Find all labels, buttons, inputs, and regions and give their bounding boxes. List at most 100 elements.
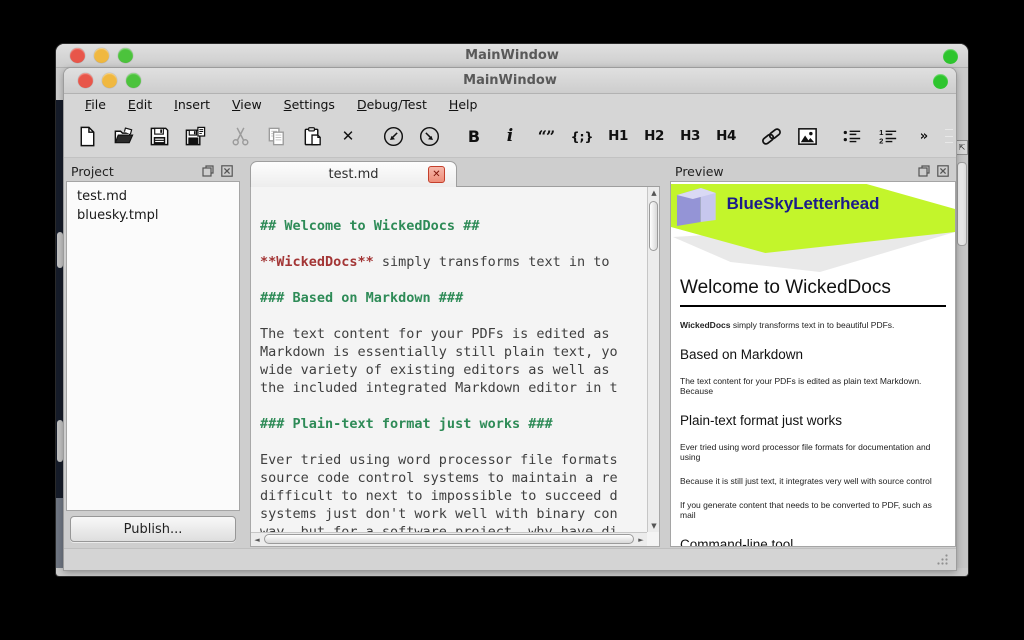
overflow-button[interactable]: » xyxy=(909,121,939,151)
preview-h2: Command-line tool xyxy=(680,537,946,547)
redo-icon xyxy=(418,125,441,148)
letterhead-text: BlueSkyLetterhead xyxy=(727,194,880,213)
markdown-editor[interactable]: ## Welcome to WickedDocs ## **WickedDocs… xyxy=(250,187,660,547)
menu-help[interactable]: Help xyxy=(438,95,489,114)
bold-button[interactable]: B xyxy=(459,121,489,151)
float-panel-button[interactable] xyxy=(916,164,932,179)
window-status-dot[interactable] xyxy=(933,74,948,89)
editor-line: Markdown is essentially still plain text… xyxy=(260,343,647,361)
toolbar: ✕ Bi“”{;}H1H2H3H4 12 » xyxy=(64,115,956,158)
menu-edit[interactable]: Edit xyxy=(117,95,163,114)
menu-settings[interactable]: Settings xyxy=(273,95,346,114)
project-file[interactable]: test.md xyxy=(67,187,239,206)
publish-row: Publish... xyxy=(66,511,240,547)
window-status-dot[interactable] xyxy=(943,49,958,64)
image-icon xyxy=(796,125,819,148)
close-panel-button[interactable] xyxy=(935,164,951,179)
preview-panel-title: Preview xyxy=(675,164,913,179)
menu-view[interactable]: View xyxy=(221,95,273,114)
copy-button[interactable] xyxy=(261,121,291,151)
outer-scroll-fragment xyxy=(57,232,63,268)
toolbar-extension-button[interactable]: ⇱ xyxy=(956,140,968,155)
preview-h1: Welcome to WickedDocs xyxy=(680,277,946,307)
menu-insert[interactable]: Insert xyxy=(163,95,221,114)
resize-grip-icon[interactable] xyxy=(936,553,949,566)
preview-p: Because it is still just text, it integr… xyxy=(680,476,946,486)
float-icon xyxy=(202,165,214,177)
menu-file[interactable]: File xyxy=(74,95,117,114)
link-button[interactable] xyxy=(756,121,786,151)
paste-icon xyxy=(301,125,324,148)
open-icon xyxy=(112,125,135,148)
numbered-list-icon: 12 xyxy=(877,125,900,148)
screen: MainWindow ⇱ MainWindow FileEditInse xyxy=(0,0,1024,640)
float-icon xyxy=(918,165,930,177)
undo-button[interactable] xyxy=(378,121,408,151)
outer-scroll-fragment xyxy=(57,420,63,462)
scrollbar-thumb[interactable] xyxy=(649,201,658,251)
preview-p: If you generate content that needs to be… xyxy=(680,500,946,520)
editor-line: The text content for your PDFs is edited… xyxy=(260,325,647,343)
delete-button[interactable]: ✕ xyxy=(333,121,363,151)
open-button[interactable] xyxy=(108,121,138,151)
scroll-right-arrow-icon[interactable]: ► xyxy=(635,534,647,546)
tab-test-md[interactable]: test.md ✕ xyxy=(250,161,457,187)
editor-vertical-scrollbar[interactable]: ▲ ▼ xyxy=(647,187,659,532)
preview-h2: Plain-text format just works xyxy=(680,413,946,428)
outer-left-strip xyxy=(56,100,64,568)
editor-horizontal-scrollbar[interactable]: ◄ ► xyxy=(251,532,647,546)
paste-button[interactable] xyxy=(297,121,327,151)
scroll-down-arrow-icon[interactable]: ▼ xyxy=(648,520,660,532)
preview-h2: Based on Markdown xyxy=(680,347,946,362)
close-panel-button[interactable] xyxy=(219,164,235,179)
code-button[interactable]: {;} xyxy=(567,121,597,151)
bullet-list-button[interactable] xyxy=(837,121,867,151)
editor-tab-bar: test.md ✕ xyxy=(250,161,660,187)
outer-right-strip: ⇱ xyxy=(956,100,968,568)
dock-area: Project test.mdbluesky.tmpl Publish... xyxy=(64,158,956,548)
editor-line xyxy=(260,307,647,325)
float-panel-button[interactable] xyxy=(200,164,216,179)
link-icon xyxy=(760,125,783,148)
save-button[interactable] xyxy=(144,121,174,151)
image-button[interactable] xyxy=(792,121,822,151)
window-title: MainWindow xyxy=(64,73,956,88)
editor-line: ### Based on Markdown ### xyxy=(260,289,647,307)
redo-button[interactable] xyxy=(414,121,444,151)
titlebar[interactable]: MainWindow xyxy=(64,68,956,94)
copy-icon xyxy=(265,125,288,148)
new-file-button[interactable] xyxy=(72,121,102,151)
outer-window: MainWindow ⇱ MainWindow FileEditInse xyxy=(56,44,968,576)
blockquote-button[interactable]: “” xyxy=(531,121,561,151)
cut-button[interactable] xyxy=(225,121,255,151)
close-tab-button[interactable]: ✕ xyxy=(428,166,445,183)
close-icon xyxy=(221,165,233,177)
project-panel: Project test.mdbluesky.tmpl Publish... xyxy=(66,161,240,547)
close-icon xyxy=(937,165,949,177)
outer-scrollbar-thumb[interactable] xyxy=(957,162,967,246)
cut-icon xyxy=(229,125,252,148)
heading2-button[interactable]: H2 xyxy=(639,121,669,151)
heading1-button[interactable]: H1 xyxy=(603,121,633,151)
numbered-list-button[interactable]: 12 xyxy=(873,121,903,151)
project-file-list[interactable]: test.mdbluesky.tmpl xyxy=(66,181,240,511)
editor-text[interactable]: ## Welcome to WickedDocs ## **WickedDocs… xyxy=(251,187,647,532)
editor-line: difficult to next to impossible to succe… xyxy=(260,487,647,505)
editor-line: systems just don't work well with binary… xyxy=(260,505,647,523)
outer-titlebar[interactable]: MainWindow xyxy=(56,44,968,68)
scroll-up-arrow-icon[interactable]: ▲ xyxy=(648,187,660,199)
italic-button[interactable]: i xyxy=(495,121,525,151)
menu-debug-test[interactable]: Debug/Test xyxy=(346,95,438,114)
save-as-icon xyxy=(184,125,207,148)
menubar: FileEditInsertViewSettingsDebug/TestHelp xyxy=(64,94,956,115)
save-as-button[interactable] xyxy=(180,121,210,151)
scrollbar-thumb[interactable] xyxy=(264,534,634,544)
editor-line: way, but for a software project, why hav… xyxy=(260,523,647,532)
heading3-button[interactable]: H3 xyxy=(675,121,705,151)
project-file[interactable]: bluesky.tmpl xyxy=(67,206,239,225)
toolbar-handle[interactable] xyxy=(945,129,953,143)
scroll-left-arrow-icon[interactable]: ◄ xyxy=(251,534,263,546)
new-file-icon xyxy=(76,125,99,148)
publish-button[interactable]: Publish... xyxy=(70,516,236,542)
heading4-button[interactable]: H4 xyxy=(711,121,741,151)
